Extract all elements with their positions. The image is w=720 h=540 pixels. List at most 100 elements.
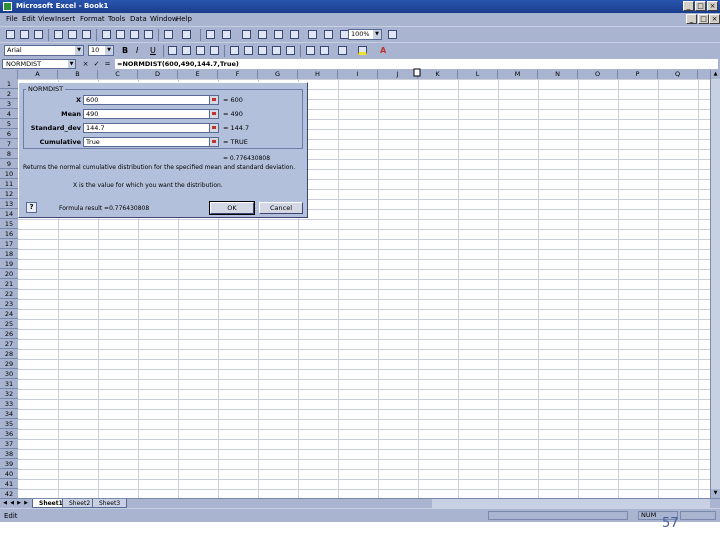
scroll-up-icon[interactable]: ▲ [711, 70, 720, 79]
row-header[interactable]: 41 [0, 479, 18, 489]
row-header[interactable]: 18 [0, 249, 18, 259]
doc-restore-button[interactable]: □ [698, 14, 709, 24]
scroll-down-icon[interactable]: ▼ [711, 489, 720, 498]
row-header[interactable]: 12 [0, 189, 18, 199]
sheet-tab-sheet3[interactable]: Sheet3 [92, 499, 128, 508]
paste-function-icon[interactable] [258, 30, 268, 40]
fill-color-icon[interactable] [358, 46, 368, 56]
row-header[interactable]: 2 [0, 89, 18, 99]
increase-indent-icon[interactable] [320, 46, 330, 56]
arg-standard-dev-input[interactable]: 144.7 [83, 123, 219, 133]
undo-icon[interactable] [164, 30, 174, 40]
row-header[interactable]: 25 [0, 319, 18, 329]
row-header[interactable]: 5 [0, 119, 18, 129]
align-right-icon[interactable] [196, 46, 206, 56]
row-header[interactable]: 24 [0, 309, 18, 319]
row-header[interactable]: 10 [0, 169, 18, 179]
collapse-dialog-icon[interactable] [209, 124, 218, 132]
row-header[interactable]: 33 [0, 399, 18, 409]
next-sheet-icon[interactable]: ▶ [16, 500, 22, 507]
increase-decimal-icon[interactable] [272, 46, 282, 56]
copy-icon[interactable] [116, 30, 126, 40]
sort-ascending-icon[interactable] [274, 30, 284, 40]
underline-button[interactable]: U [150, 46, 160, 56]
borders-icon[interactable] [338, 46, 348, 56]
hyperlink-icon[interactable] [206, 30, 216, 40]
row-header[interactable]: 20 [0, 269, 18, 279]
spelling-icon[interactable] [82, 30, 92, 40]
row-header[interactable]: 17 [0, 239, 18, 249]
row-header[interactable]: 38 [0, 449, 18, 459]
menu-insert[interactable]: Insert [55, 15, 75, 23]
arg-cumulative-input[interactable]: True [83, 137, 219, 147]
map-icon[interactable] [324, 30, 334, 40]
redo-icon[interactable] [182, 30, 192, 40]
row-header[interactable]: 29 [0, 359, 18, 369]
row-header[interactable]: 36 [0, 429, 18, 439]
column-header[interactable]: C [98, 70, 138, 79]
row-header[interactable]: 35 [0, 419, 18, 429]
merge-center-icon[interactable] [210, 46, 220, 56]
menu-data[interactable]: Data [130, 15, 147, 23]
paste-icon[interactable] [130, 30, 140, 40]
row-header[interactable]: 8 [0, 149, 18, 159]
row-header[interactable]: 16 [0, 229, 18, 239]
column-header[interactable]: F [218, 70, 258, 79]
row-header[interactable]: 13 [0, 199, 18, 209]
collapse-dialog-icon[interactable] [209, 96, 218, 104]
arg-x-input[interactable]: 600 [83, 95, 219, 105]
row-header[interactable]: 22 [0, 289, 18, 299]
open-icon[interactable] [20, 30, 30, 40]
row-header[interactable]: 31 [0, 379, 18, 389]
row-header[interactable]: 23 [0, 299, 18, 309]
doc-close-button[interactable]: × [709, 14, 720, 24]
font-color-icon[interactable]: A [380, 46, 390, 56]
chart-wizard-icon[interactable] [308, 30, 318, 40]
row-header[interactable]: 4 [0, 109, 18, 119]
row-header[interactable]: 3 [0, 99, 18, 109]
column-header[interactable]: I [338, 70, 378, 79]
font-name-select[interactable]: Arial ▼ [4, 45, 84, 56]
row-header[interactable]: 26 [0, 329, 18, 339]
row-header[interactable]: 7 [0, 139, 18, 149]
row-header[interactable]: 21 [0, 279, 18, 289]
row-header[interactable]: 14 [0, 209, 18, 219]
column-header[interactable]: K [418, 70, 458, 79]
maximize-button[interactable]: □ [695, 1, 706, 11]
column-header[interactable]: Q [658, 70, 698, 79]
save-icon[interactable] [34, 30, 44, 40]
column-header[interactable]: P [618, 70, 658, 79]
comma-style-icon[interactable] [258, 46, 268, 56]
close-button[interactable]: × [707, 1, 718, 11]
menu-window[interactable]: Window [150, 15, 178, 23]
menu-edit[interactable]: Edit [22, 15, 36, 23]
row-header[interactable]: 34 [0, 409, 18, 419]
column-header[interactable]: B [58, 70, 98, 79]
collapse-dialog-icon[interactable] [209, 110, 218, 118]
align-left-icon[interactable] [168, 46, 178, 56]
last-sheet-icon[interactable]: ▶ [23, 500, 29, 507]
vertical-scrollbar[interactable]: ▲ ▼ [710, 70, 720, 498]
column-header[interactable]: L [458, 70, 498, 79]
minimize-button[interactable]: _ [683, 1, 694, 11]
row-header[interactable]: 1 [0, 79, 18, 89]
row-header[interactable]: 9 [0, 159, 18, 169]
row-header[interactable]: 39 [0, 459, 18, 469]
print-preview-icon[interactable] [68, 30, 78, 40]
name-box[interactable]: NORMDIST ▼ [2, 59, 76, 69]
menu-help[interactable]: Help [176, 15, 192, 23]
print-icon[interactable] [54, 30, 64, 40]
currency-icon[interactable] [230, 46, 240, 56]
menu-file[interactable]: File [6, 15, 18, 23]
row-header[interactable]: 19 [0, 259, 18, 269]
decrease-decimal-icon[interactable] [286, 46, 296, 56]
row-header[interactable]: 11 [0, 179, 18, 189]
horizontal-scrollbar[interactable] [432, 499, 710, 508]
zoom-select[interactable]: 100% ▼ [348, 29, 382, 40]
autosum-icon[interactable] [242, 30, 252, 40]
column-header[interactable]: G [258, 70, 298, 79]
row-header[interactable]: 37 [0, 439, 18, 449]
doc-minimize-button[interactable]: _ [686, 14, 697, 24]
office-assistant-icon[interactable] [388, 30, 398, 40]
column-header[interactable]: E [178, 70, 218, 79]
